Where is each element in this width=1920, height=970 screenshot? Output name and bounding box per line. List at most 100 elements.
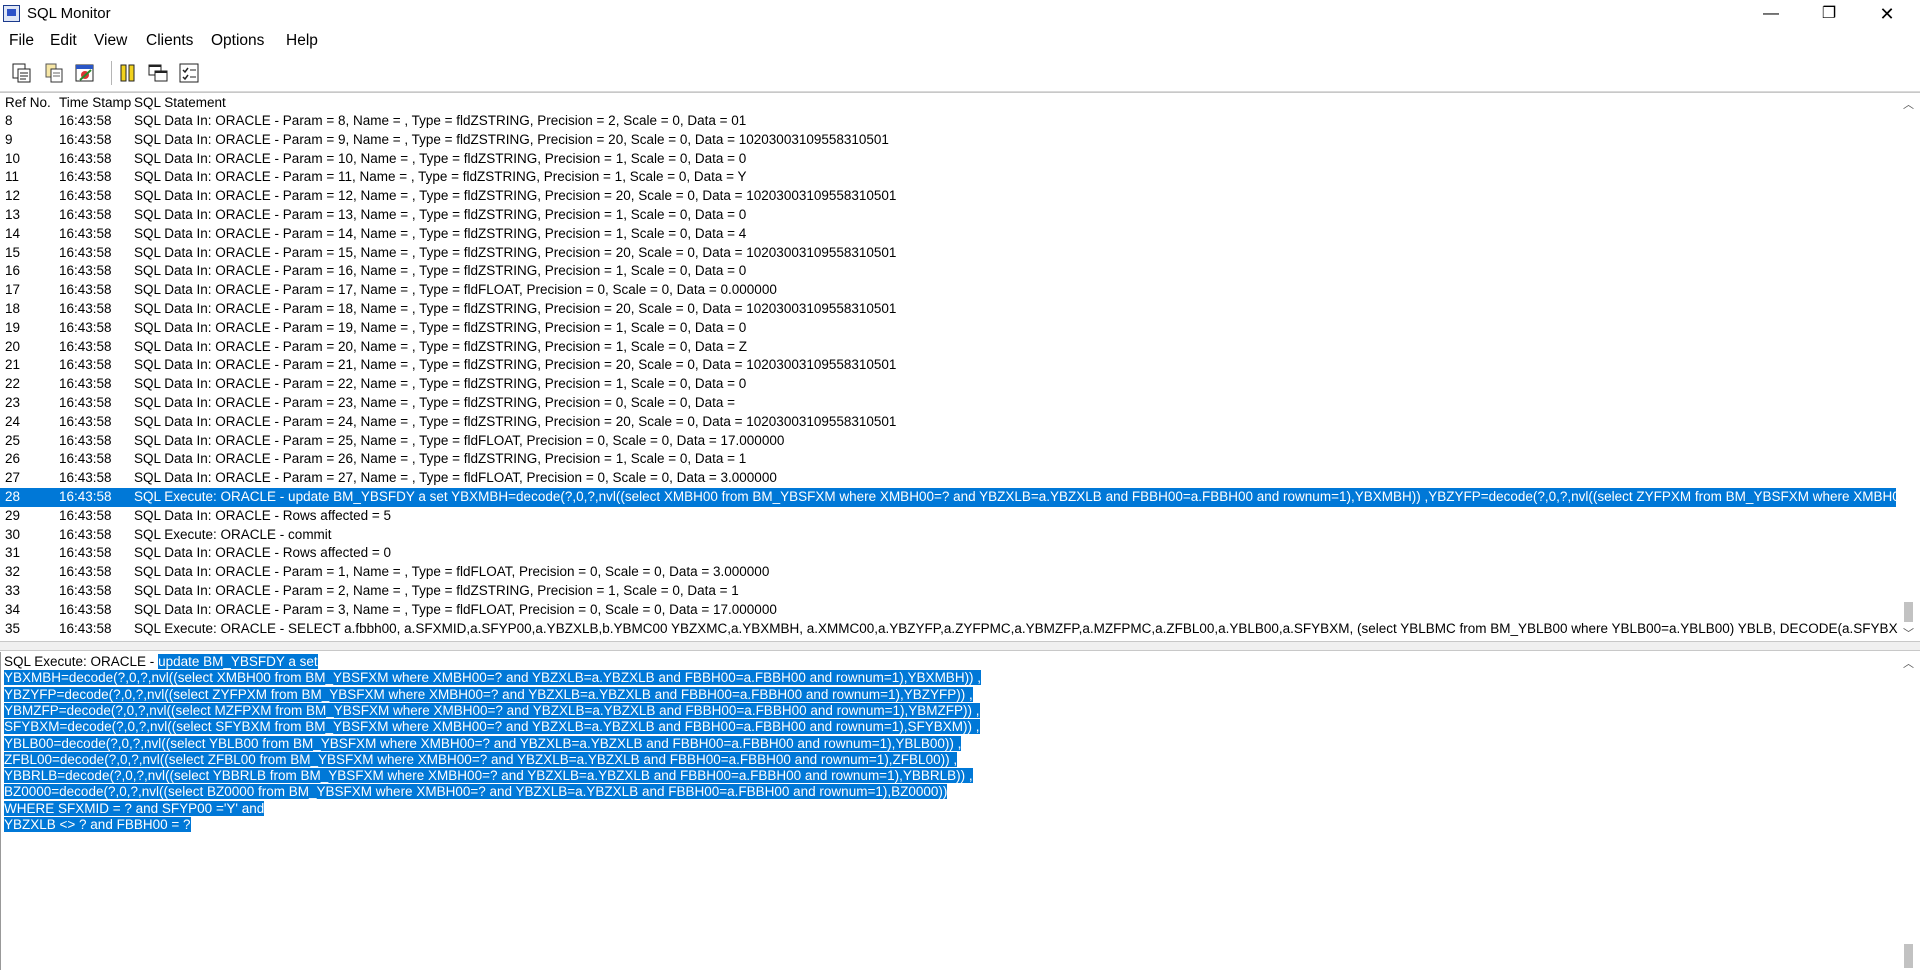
table-row[interactable]: 30 16:43:58 SQL Execute: ORACLE - commit xyxy=(0,526,1896,545)
menu-bar: File Edit View Clients Options Help xyxy=(0,30,1920,52)
table-row[interactable]: 23 16:43:58 SQL Data In: ORACLE - Param = … xyxy=(0,394,1896,413)
statement-cell: SQL Data In: ORACLE - Param = 22, Name =… xyxy=(134,376,747,392)
selected-sql-text: YBMZFP=decode(?,0,?,nvl((select MZFPXM f… xyxy=(4,702,980,718)
statement-cell: SQL Execute: ORACLE - SELECT a.fbbh00, a… xyxy=(134,620,1920,636)
table-row[interactable]: 12 16:43:58 SQL Data In: ORACLE - Param = … xyxy=(0,187,1896,206)
timestamp-cell: 16:43:58 xyxy=(59,319,112,335)
table-row[interactable]: 9 16:43:58 SQL Data In: ORACLE - Param = 9… xyxy=(0,131,1896,150)
detail-line: YBMZFP=decode(?,0,?,nvl((select MZFPXM f… xyxy=(4,702,980,719)
timestamp-cell: 16:43:58 xyxy=(59,169,112,185)
timestamp-cell: 16:43:58 xyxy=(59,564,112,580)
ref-cell: 27 xyxy=(5,470,21,486)
table-row[interactable]: 21 16:43:58 SQL Data In: ORACLE - Param = … xyxy=(0,356,1896,375)
table-row[interactable]: 24 16:43:58 SQL Data In: ORACLE - Param = … xyxy=(0,413,1896,432)
table-row[interactable]: 13 16:43:58 SQL Data In: ORACLE - Param = … xyxy=(0,206,1896,225)
ref-cell: 16 xyxy=(5,263,21,279)
table-row[interactable]: 26 16:43:58 SQL Data In: ORACLE - Param = … xyxy=(0,450,1896,469)
column-header-sql-statement[interactable]: SQL Statement xyxy=(134,95,226,110)
column-header-ref-no[interactable]: Ref No. xyxy=(5,95,51,110)
table-row[interactable]: 22 16:43:58 SQL Data In: ORACLE - Param = … xyxy=(0,375,1896,394)
table-row[interactable]: 31 16:43:58 SQL Data In: ORACLE - Rows aff… xyxy=(0,544,1896,563)
ref-cell: 23 xyxy=(5,395,21,410)
selected-sql-text: YBZXLB <> ? and FBBH00 = ? xyxy=(4,817,191,832)
sql-detail-pane[interactable]: SQL Execute: ORACLE - update BM_YBSFDY a… xyxy=(0,652,1920,970)
selected-sql-text: SFYBXM=decode(?,0,?,nvl((select SFYBXM f… xyxy=(4,719,980,735)
detail-scroll-up-icon[interactable]: ︿ xyxy=(1903,655,1914,671)
timestamp-cell: 16:43:58 xyxy=(59,357,112,373)
detail-line: YBZXLB <> ? and FBBH00 = ? xyxy=(4,817,191,833)
timestamp-cell: 16:43:58 xyxy=(59,282,112,298)
table-row[interactable]: 14 16:43:58 SQL Data In: ORACLE - Param = … xyxy=(0,225,1896,244)
column-header-time-stamp[interactable]: Time Stamp xyxy=(59,95,131,110)
menu-edit[interactable]: Edit xyxy=(50,32,77,50)
table-row[interactable]: 19 16:43:58 SQL Data In: ORACLE - Param = … xyxy=(0,319,1896,338)
statement-cell: SQL Data In: ORACLE - Param = 16, Name =… xyxy=(134,263,747,279)
timestamp-cell: 16:43:58 xyxy=(59,244,112,260)
table-row[interactable]: 33 16:43:58 SQL Data In: ORACLE - Param = … xyxy=(0,582,1896,601)
table-row-selected[interactable]: 28 16:43:58 SQL Execute: ORACLE - update B… xyxy=(0,488,1920,507)
table-row[interactable]: 20 16:43:58 SQL Data In: ORACLE - Param = … xyxy=(0,338,1896,357)
detail-scrollbar[interactable]: ︿ xyxy=(1898,652,1920,970)
table-row[interactable]: 10 16:43:58 SQL Data In: ORACLE - Param = … xyxy=(0,150,1896,169)
list-scroll-thumb[interactable] xyxy=(1904,602,1913,622)
menu-view[interactable]: View xyxy=(94,32,127,50)
statement-cell: SQL Data In: ORACLE - Param = 27, Name =… xyxy=(134,470,777,486)
statement-cell: SQL Data In: ORACLE - Param = 1, Name = … xyxy=(134,564,770,580)
table-row[interactable]: 27 16:43:58 SQL Data In: ORACLE - Param = … xyxy=(0,469,1896,488)
table-row[interactable]: 34 16:43:58 SQL Data In: ORACLE - Param = … xyxy=(0,601,1896,620)
trace-options-icon[interactable] xyxy=(178,62,200,84)
statement-cell: SQL Execute: ORACLE - update BM_YBSFDY a… xyxy=(134,489,1920,504)
timestamp-cell: 16:43:58 xyxy=(59,395,112,410)
timestamp-cell: 16:43:58 xyxy=(59,601,112,617)
list-scrollbar[interactable]: ︿ ﹀ xyxy=(1898,93,1920,641)
table-row[interactable]: 25 16:43:58 SQL Data In: ORACLE - Param = … xyxy=(0,432,1896,451)
pause-icon[interactable] xyxy=(117,62,139,84)
window-title: SQL Monitor xyxy=(27,5,111,22)
clear-icon[interactable] xyxy=(74,62,96,84)
selected-sql-text: WHERE SFXMID = ? and SFYP00 ='Y' and xyxy=(4,800,265,816)
detail-line: SQL Execute: ORACLE - update BM_YBSFDY a… xyxy=(4,654,318,670)
table-row[interactable]: 35 16:43:58 SQL Execute: ORACLE - SELECT a… xyxy=(0,620,1920,639)
ref-cell: 11 xyxy=(5,169,20,185)
close-button[interactable]: ✕ xyxy=(1858,0,1916,30)
selected-sql-text: YBBRLB=decode(?,0,?,nvl((select YBBRLB f… xyxy=(4,768,973,784)
detail-line: YBXMBH=decode(?,0,?,nvl((select XMBH00 f… xyxy=(4,670,982,686)
menu-help[interactable]: Help xyxy=(286,32,318,50)
sql-log-list[interactable]: Ref No. Time Stamp SQL Statement 8 16:43:… xyxy=(0,92,1920,641)
timestamp-cell: 16:43:58 xyxy=(59,432,112,448)
detail-line: WHERE SFXMID = ? and SFYP00 ='Y' and xyxy=(4,800,265,817)
ref-cell: 12 xyxy=(5,188,21,204)
cascade-icon[interactable] xyxy=(147,62,169,84)
maximize-button[interactable]: ❐ xyxy=(1800,0,1858,30)
timestamp-cell: 16:43:58 xyxy=(59,583,112,598)
ref-cell: 22 xyxy=(5,376,21,392)
timestamp-cell: 16:43:58 xyxy=(59,131,112,147)
table-row[interactable]: 15 16:43:58 SQL Data In: ORACLE - Param = … xyxy=(0,244,1896,263)
table-row[interactable]: 18 16:43:58 SQL Data In: ORACLE - Param = … xyxy=(0,300,1896,319)
detail-line: YBZYFP=decode(?,0,?,nvl((select ZYFPXM f… xyxy=(4,686,973,703)
table-row[interactable]: 17 16:43:58 SQL Data In: ORACLE - Param = … xyxy=(0,281,1896,300)
timestamp-cell: 16:43:58 xyxy=(59,263,112,279)
timestamp-cell: 16:43:58 xyxy=(59,507,112,523)
ref-cell: 9 xyxy=(5,131,13,147)
scroll-down-icon[interactable]: ﹀ xyxy=(1903,625,1914,641)
scroll-up-icon[interactable]: ︿ xyxy=(1903,96,1914,112)
copy-icon[interactable] xyxy=(43,62,65,84)
minimize-button[interactable]: — xyxy=(1742,0,1800,30)
table-row[interactable]: 32 16:43:58 SQL Data In: ORACLE - Param = … xyxy=(0,563,1896,582)
menu-options[interactable]: Options xyxy=(211,32,264,50)
table-row[interactable]: 8 16:43:58 SQL Data In: ORACLE - Param = 8… xyxy=(0,112,1896,131)
selected-sql-text: update BM_YBSFDY a set xyxy=(158,654,318,669)
menu-file[interactable]: File xyxy=(9,32,34,50)
save-log-icon[interactable] xyxy=(11,62,33,84)
timestamp-cell: 16:43:58 xyxy=(59,338,112,354)
menu-clients[interactable]: Clients xyxy=(146,32,193,50)
detail-scroll-thumb[interactable] xyxy=(1904,944,1913,968)
statement-cell: SQL Data In: ORACLE - Rows affected = 0 xyxy=(134,545,391,561)
table-row[interactable]: 16 16:43:58 SQL Data In: ORACLE - Param = … xyxy=(0,262,1896,281)
pane-splitter[interactable] xyxy=(0,641,1920,651)
table-row[interactable]: 11 16:43:58 SQL Data In: ORACLE - Param = … xyxy=(0,168,1896,187)
detail-line: BZ0000=decode(?,0,?,nvl((select BZ0000 f… xyxy=(4,784,948,800)
timestamp-cell: 16:43:58 xyxy=(59,301,112,316)
table-row[interactable]: 29 16:43:58 SQL Data In: ORACLE - Rows aff… xyxy=(0,507,1896,526)
